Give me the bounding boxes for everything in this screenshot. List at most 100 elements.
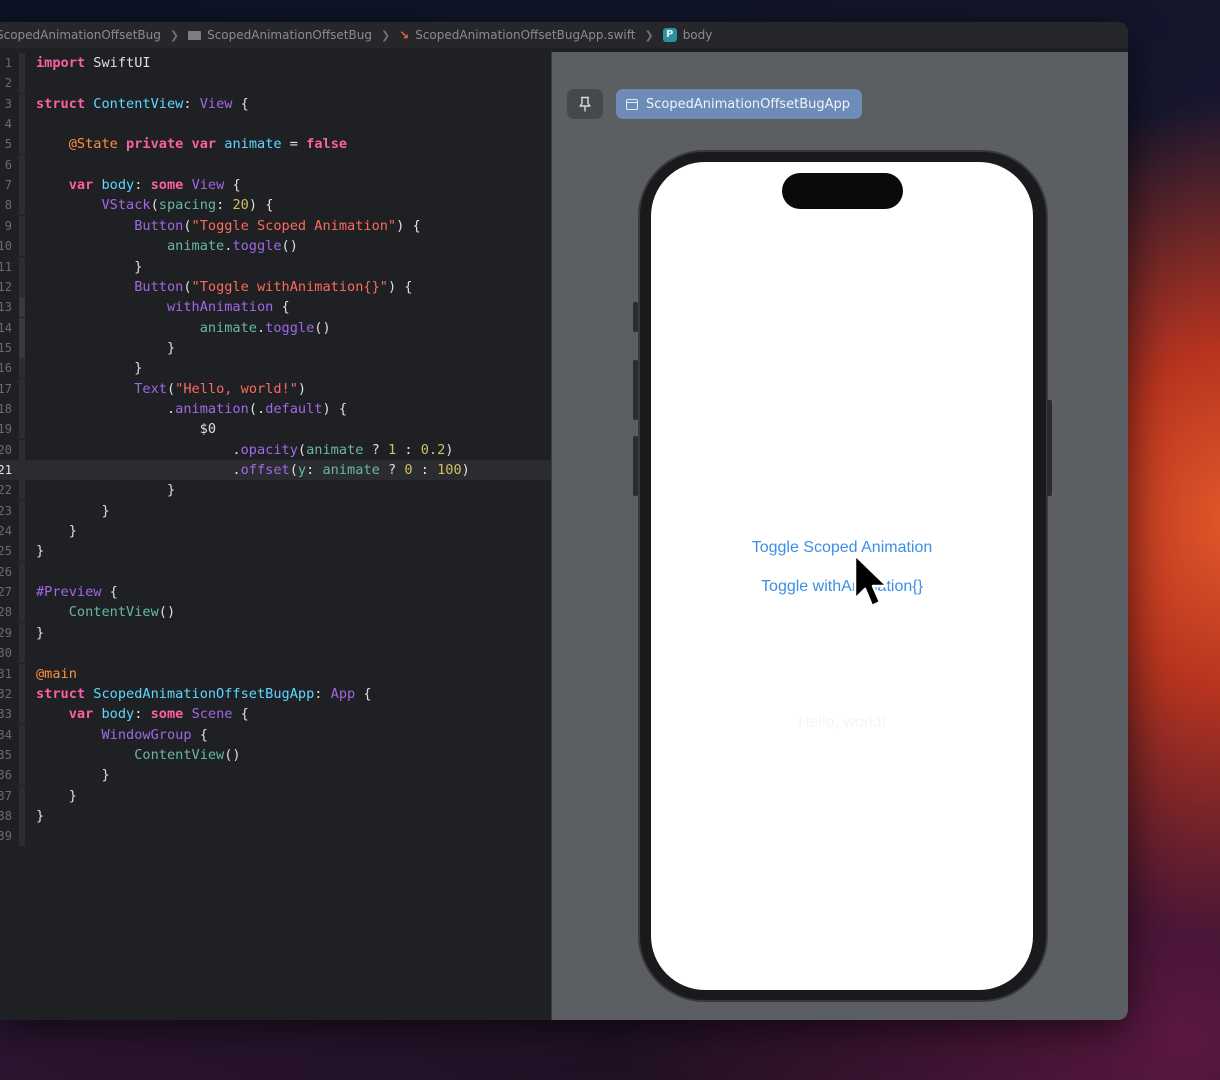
code-line[interactable]: 34 WindowGroup {: [0, 724, 551, 745]
code-line[interactable]: 16 }: [0, 358, 551, 379]
code-line[interactable]: 32 struct ScopedAnimationOffsetBugApp: Ap…: [0, 683, 551, 704]
line-number[interactable]: 29: [0, 623, 12, 643]
code-text: .opacity(animate ? 1 : 0.2): [36, 440, 453, 460]
code-line[interactable]: 18 .animation(.default) {: [0, 398, 551, 419]
line-number[interactable]: 19: [0, 419, 12, 439]
line-number[interactable]: 36: [0, 765, 12, 785]
code-line[interactable]: 5 @State private var animate = false: [0, 134, 551, 155]
line-number[interactable]: 8: [0, 195, 12, 215]
line-number[interactable]: 23: [0, 501, 12, 521]
line-number[interactable]: 38: [0, 806, 12, 826]
line-number[interactable]: 4: [0, 114, 12, 134]
code-line[interactable]: 15 }: [0, 337, 551, 358]
change-bar: [19, 683, 25, 704]
source-editor[interactable]: 1 import SwiftUI 2 3 struct ContentView: Vie…: [0, 52, 551, 1020]
line-number[interactable]: 10: [0, 236, 12, 256]
toggle-with-animation-button[interactable]: Toggle withAnimation{}: [651, 578, 1033, 596]
code-line[interactable]: 22 }: [0, 480, 551, 501]
code-line[interactable]: 7 var body: some View {: [0, 175, 551, 196]
line-number[interactable]: 32: [0, 684, 12, 704]
code-line[interactable]: 30: [0, 643, 551, 664]
jump-bar-crumb-file[interactable]: ↘ ScopedAnimationOffsetBugApp.swift: [399, 28, 635, 42]
line-number[interactable]: 24: [0, 521, 12, 541]
line-number[interactable]: 2: [0, 73, 12, 93]
code-line[interactable]: 20 .opacity(animate ? 1 : 0.2): [0, 439, 551, 460]
code-line[interactable]: 8 VStack(spacing: 20) {: [0, 195, 551, 216]
code-line[interactable]: 11 }: [0, 256, 551, 277]
code-line[interactable]: 2: [0, 73, 551, 94]
line-number[interactable]: 18: [0, 399, 12, 419]
pin-preview-button[interactable]: [567, 89, 603, 119]
line-number[interactable]: 7: [0, 175, 12, 195]
line-number[interactable]: 13: [0, 297, 12, 317]
code-token: }: [36, 523, 77, 540]
line-number[interactable]: 15: [0, 338, 12, 358]
code-line[interactable]: 23 }: [0, 500, 551, 521]
code-line[interactable]: 4: [0, 114, 551, 135]
line-number[interactable]: 26: [0, 562, 12, 582]
line-number[interactable]: 3: [0, 94, 12, 114]
line-number[interactable]: 5: [0, 134, 12, 154]
line-number[interactable]: 37: [0, 786, 12, 806]
code-line[interactable]: 1 import SwiftUI: [0, 53, 551, 73]
line-number[interactable]: 21: [0, 460, 12, 480]
line-number[interactable]: 20: [0, 440, 12, 460]
line-number[interactable]: 27: [0, 582, 12, 602]
line-number[interactable]: 9: [0, 216, 12, 236]
line-number[interactable]: 25: [0, 541, 12, 561]
code-token: View: [191, 177, 225, 194]
line-number[interactable]: 16: [0, 358, 12, 378]
change-bar: [19, 521, 25, 542]
code-text: #Preview {: [36, 582, 118, 602]
code-line[interactable]: 26: [0, 561, 551, 582]
line-number[interactable]: 6: [0, 155, 12, 175]
jump-bar-crumb-folder[interactable]: ScopedAnimationOffsetBug: [188, 28, 372, 42]
jump-bar-crumb-symbol[interactable]: P body: [662, 28, 712, 42]
code-line[interactable]: 13 withAnimation {: [0, 297, 551, 318]
code-line[interactable]: 29}: [0, 622, 551, 643]
code-line[interactable]: 21 .offset(y: animate ? 0 : 100): [0, 460, 551, 480]
code-line[interactable]: 38}: [0, 805, 551, 826]
preview-scheme-button[interactable]: ScopedAnimationOffsetBugApp: [616, 89, 862, 119]
code-line[interactable]: 12 Button("Toggle withAnimation{}") {: [0, 276, 551, 297]
line-number[interactable]: 11: [0, 257, 12, 277]
toggle-scoped-animation-button[interactable]: Toggle Scoped Animation: [651, 539, 1033, 557]
code-line[interactable]: 14 animate.toggle(): [0, 317, 551, 338]
line-number[interactable]: 17: [0, 379, 12, 399]
code-line[interactable]: 37 }: [0, 785, 551, 806]
action-button: [633, 302, 638, 332]
code-line[interactable]: 9 Button("Toggle Scoped Animation") {: [0, 215, 551, 236]
code-line[interactable]: 24 }: [0, 521, 551, 542]
code-line[interactable]: 6: [0, 154, 551, 175]
line-number[interactable]: 12: [0, 277, 12, 297]
line-number[interactable]: 28: [0, 602, 12, 622]
code-line[interactable]: 25}: [0, 541, 551, 562]
line-number[interactable]: 33: [0, 704, 12, 724]
code-line[interactable]: 31 @main: [0, 663, 551, 684]
code-token: (): [158, 604, 176, 621]
code-line[interactable]: 28 ContentView(): [0, 602, 551, 623]
code-line[interactable]: 39: [0, 826, 551, 847]
code-line[interactable]: 3 struct ContentView: View {: [0, 93, 551, 114]
code-line[interactable]: 19 $0: [0, 419, 551, 440]
code-token: body: [101, 177, 135, 194]
code-line[interactable]: 27 #Preview {: [0, 582, 551, 603]
line-number[interactable]: 39: [0, 826, 12, 846]
code-line[interactable]: 35 ContentView(): [0, 744, 551, 765]
line-number[interactable]: 22: [0, 480, 12, 500]
code-line[interactable]: 10 animate.toggle(): [0, 236, 551, 257]
line-number[interactable]: 14: [0, 318, 12, 338]
line-number[interactable]: 34: [0, 725, 12, 745]
code-line[interactable]: 17 Text("Hello, world!"): [0, 378, 551, 399]
line-number[interactable]: 1: [0, 53, 12, 73]
line-number[interactable]: 31: [0, 664, 12, 684]
code-text: Button("Toggle withAnimation{}") {: [36, 277, 412, 297]
code-token: animate: [199, 319, 257, 336]
code-line[interactable]: 36 }: [0, 765, 551, 786]
line-number[interactable]: 35: [0, 745, 12, 765]
jump-bar-crumb-project[interactable]: ScopedAnimationOffsetBug: [0, 28, 161, 42]
line-number[interactable]: 30: [0, 643, 12, 663]
code-line[interactable]: 33 var body: some Scene {: [0, 704, 551, 725]
